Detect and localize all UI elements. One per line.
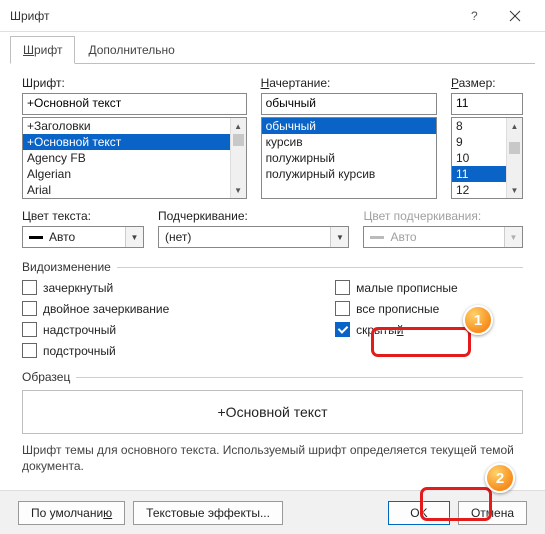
divider: [117, 267, 523, 268]
annotation-badge: 2: [485, 463, 515, 493]
checkbox-icon: [22, 301, 37, 316]
sample-group-header: Образец: [22, 370, 523, 384]
scroll-thumb[interactable]: [233, 134, 244, 146]
font-input[interactable]: +Основной текст: [22, 93, 247, 115]
size-input[interactable]: 11: [451, 93, 523, 115]
style-accel: Н: [261, 76, 270, 90]
text-effects-button[interactable]: Текстовые эффекты...: [133, 501, 283, 525]
checkbox-icon: [22, 322, 37, 337]
svg-text:?: ?: [471, 10, 478, 22]
default-button[interactable]: По умолчанию: [18, 501, 125, 525]
checkbox-checked-icon: [335, 322, 350, 337]
window-title: Шрифт: [10, 9, 455, 23]
dialog-content: Шрифт: +Основной текст +Заголовки +Основ…: [0, 64, 545, 490]
underline-label: Подчеркивание:: [158, 209, 349, 223]
list-item[interactable]: Algerian: [23, 166, 246, 182]
color-value: Авто: [43, 230, 125, 244]
check-superscript[interactable]: надстрочный: [22, 322, 335, 337]
sample-group-label: Образец: [22, 370, 76, 384]
underline-combo[interactable]: (нет) ▼: [158, 226, 349, 248]
chevron-down-icon[interactable]: ▼: [125, 227, 143, 247]
color-swatch-icon: [29, 236, 43, 239]
list-item[interactable]: полужирный: [262, 150, 436, 166]
tab-advanced-accel: Д: [88, 43, 96, 57]
check-hidden[interactable]: скрытый: [335, 322, 523, 337]
checkbox-icon: [335, 301, 350, 316]
effects-group-label: Видоизменение: [22, 260, 117, 274]
list-item[interactable]: +Заголовки: [23, 118, 246, 134]
list-item[interactable]: курсив: [262, 134, 436, 150]
help-button[interactable]: ?: [455, 2, 495, 30]
tab-font-accel: Ш: [23, 43, 34, 57]
size-label: Размер:: [451, 76, 523, 90]
ucolor-value: Авто: [384, 230, 504, 244]
check-label: подстрочный: [43, 344, 116, 358]
ok-button[interactable]: OK: [388, 501, 450, 525]
title-bar: Шрифт ?: [0, 0, 545, 32]
check-double-strike[interactable]: двойное зачеркивание: [22, 301, 335, 316]
check-strikethrough[interactable]: зачеркнутый: [22, 280, 335, 295]
checkbox-icon: [22, 343, 37, 358]
color-label: Цвет текста:: [22, 209, 144, 223]
sample-description: Шрифт темы для основного текста. Использ…: [22, 442, 523, 474]
scrollbar[interactable]: ▲ ▼: [230, 118, 246, 198]
scrollbar[interactable]: ▲ ▼: [506, 118, 522, 198]
tab-strip: Шрифт Дополнительно: [0, 32, 545, 64]
color-swatch-icon: [370, 236, 384, 239]
effects-group-header: Видоизменение: [22, 260, 523, 274]
style-input[interactable]: обычный: [261, 93, 437, 115]
sample-preview: +Основной текст: [22, 390, 523, 434]
check-accel: й: [397, 323, 404, 337]
size-accel: Р: [451, 76, 459, 90]
ucolor-combo: Авто ▼: [363, 226, 523, 248]
scroll-up-icon[interactable]: ▲: [231, 118, 246, 134]
list-item[interactable]: обычный: [262, 118, 436, 134]
checkbox-icon: [335, 280, 350, 295]
ucolor-label: Цвет подчеркивания:: [363, 209, 523, 223]
cancel-button[interactable]: Отмена: [458, 501, 527, 525]
list-item[interactable]: Agency FB: [23, 150, 246, 166]
check-allcaps[interactable]: все прописные: [335, 301, 523, 316]
scroll-down-icon[interactable]: ▼: [231, 182, 246, 198]
chevron-down-icon: ▼: [504, 227, 522, 247]
scroll-thumb[interactable]: [509, 142, 520, 154]
style-listbox[interactable]: обычный курсив полужирный полужирный кур…: [261, 117, 437, 199]
divider: [76, 377, 523, 378]
check-label: все прописные: [356, 302, 439, 316]
btn-accel: ю: [103, 506, 112, 520]
check-label: надстрочный: [43, 323, 116, 337]
size-listbox[interactable]: 8 9 10 11 12 ▲ ▼: [451, 117, 523, 199]
scroll-up-icon[interactable]: ▲: [507, 118, 522, 134]
underline-value: (нет): [159, 230, 330, 244]
close-button[interactable]: [495, 2, 535, 30]
tab-advanced[interactable]: Дополнительно: [75, 36, 187, 64]
check-label: малые прописные: [356, 281, 458, 295]
button-bar: По умолчанию Текстовые эффекты... OK Отм…: [0, 490, 545, 534]
font-listbox[interactable]: +Заголовки +Основной текст Agency FB Alg…: [22, 117, 247, 199]
chevron-down-icon[interactable]: ▼: [330, 227, 348, 247]
check-label: зачеркнутый: [43, 281, 113, 295]
annotation-badge: 1: [463, 305, 493, 335]
check-subscript[interactable]: подстрочный: [22, 343, 335, 358]
checkbox-icon: [22, 280, 37, 295]
check-label: двойное зачеркивание: [43, 302, 169, 316]
list-item[interactable]: полужирный курсив: [262, 166, 436, 182]
style-label: Начертание:: [261, 76, 437, 90]
scroll-down-icon[interactable]: ▼: [507, 182, 522, 198]
tab-font[interactable]: Шрифт: [10, 36, 75, 64]
list-item[interactable]: Arial: [23, 182, 246, 198]
color-combo[interactable]: Авто ▼: [22, 226, 144, 248]
font-label: Шрифт:: [22, 76, 247, 90]
list-item[interactable]: +Основной текст: [23, 134, 246, 150]
check-label: скрытый: [356, 323, 403, 337]
check-smallcaps[interactable]: малые прописные: [335, 280, 523, 295]
